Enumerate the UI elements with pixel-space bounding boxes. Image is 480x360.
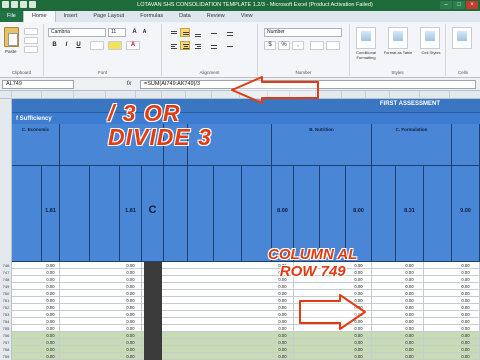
excel-window: LOTAVAN SHS CONSOLIDATION TEMPLATE 1.2/3… [0, 0, 480, 360]
cell-location-line1: COLUMN AL [268, 246, 358, 263]
cell-location-annotation: COLUMN AL ROW 749 [268, 246, 357, 280]
divide-annotation-line2: DIVIDE 3 [108, 124, 212, 150]
divide-annotation-line1: / 3 OR [108, 100, 181, 126]
annotation-arrows [231, 76, 366, 330]
cell-arrow-icon [299, 294, 366, 330]
formula-arrow-icon [231, 76, 319, 104]
cell-location-line2: ROW 749 [279, 263, 346, 280]
divide-annotation: / 3 OR DIVIDE 3 [108, 101, 212, 149]
